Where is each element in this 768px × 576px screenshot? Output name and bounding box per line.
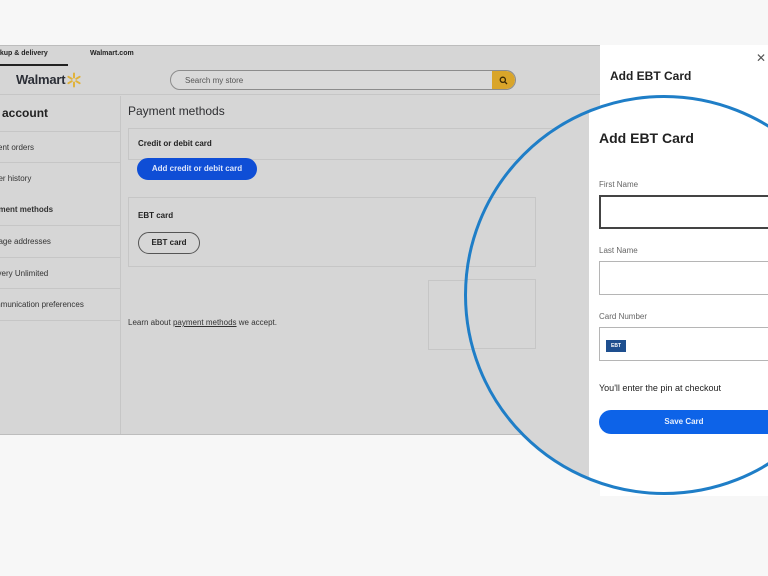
sidebar-item-recent-orders[interactable]: cent orders: [0, 131, 121, 162]
learn-suffix: we accept.: [236, 318, 277, 327]
ebt-card-title: EBT card: [138, 211, 174, 220]
spark-icon: [67, 72, 81, 88]
top-nav: ckup & delivery Walmart.com: [0, 46, 600, 66]
search-icon: [499, 76, 508, 85]
last-name-label: Last Name: [599, 246, 638, 255]
card-number-input[interactable]: EBT: [599, 327, 768, 361]
add-credit-card-button[interactable]: Add credit or debit card: [137, 158, 257, 180]
pin-hint: You'll enter the pin at checkout: [599, 383, 721, 393]
sidebar-item-label: livery Unlimited: [0, 269, 49, 278]
last-name-input[interactable]: [599, 261, 768, 295]
magnified-ghost-card: [464, 279, 536, 349]
first-name-input[interactable]: [599, 195, 768, 229]
first-name-label: First Name: [599, 180, 639, 189]
sidebar-item-manage-addresses[interactable]: nage addresses: [0, 225, 121, 256]
sidebar-item-label: nage addresses: [0, 237, 51, 246]
sidebar-title: y account: [0, 106, 49, 120]
magnified-title: Add EBT Card: [599, 130, 694, 146]
magnified-divider: [464, 110, 589, 111]
sidebar-item-delivery-unlimited[interactable]: livery Unlimited: [0, 257, 121, 288]
header: Walmart Search my store: [0, 66, 600, 95]
card-number-label: Card Number: [599, 312, 648, 321]
search-bar[interactable]: Search my store: [170, 70, 516, 90]
sidebar-item-order-history[interactable]: der history: [0, 162, 121, 193]
ebt-badge-icon: EBT: [606, 340, 626, 352]
magnified-callout: Add EBT Card First Name Last Name Card N…: [464, 95, 768, 495]
save-card-button[interactable]: Save Card: [599, 410, 768, 434]
search-input[interactable]: Search my store: [185, 76, 243, 85]
magnified-ghost-card: [464, 197, 536, 267]
sidebar-item-label: cent orders: [0, 143, 35, 152]
sidebar-item-payment-methods[interactable]: yment methods: [0, 194, 121, 225]
learn-text: Learn about payment methods we accept.: [128, 318, 277, 327]
page-title: Payment methods: [128, 104, 225, 118]
credit-card-title: Credit or debit card: [138, 139, 212, 148]
walmart-logo[interactable]: Walmart: [16, 72, 66, 87]
tab-pickup-delivery[interactable]: ckup & delivery: [0, 50, 48, 57]
sidebar-item-label: mmunication preferences: [0, 300, 84, 309]
learn-prefix: Learn about: [128, 318, 173, 327]
payment-methods-link[interactable]: payment methods: [173, 318, 237, 327]
search-button[interactable]: [492, 71, 515, 89]
sidebar-divider: [0, 320, 121, 321]
account-sidebar: y account cent orders der history yment …: [0, 96, 121, 434]
ebt-card-button[interactable]: EBT card: [138, 232, 200, 254]
drawer-title: Add EBT Card: [610, 69, 692, 83]
sidebar-item-label: yment methods: [0, 205, 54, 214]
close-icon[interactable]: ✕: [756, 51, 766, 65]
sidebar-item-communication-preferences[interactable]: mmunication preferences: [0, 288, 121, 319]
tab-walmart-com[interactable]: Walmart.com: [90, 50, 134, 57]
sidebar-item-label: der history: [0, 174, 32, 183]
